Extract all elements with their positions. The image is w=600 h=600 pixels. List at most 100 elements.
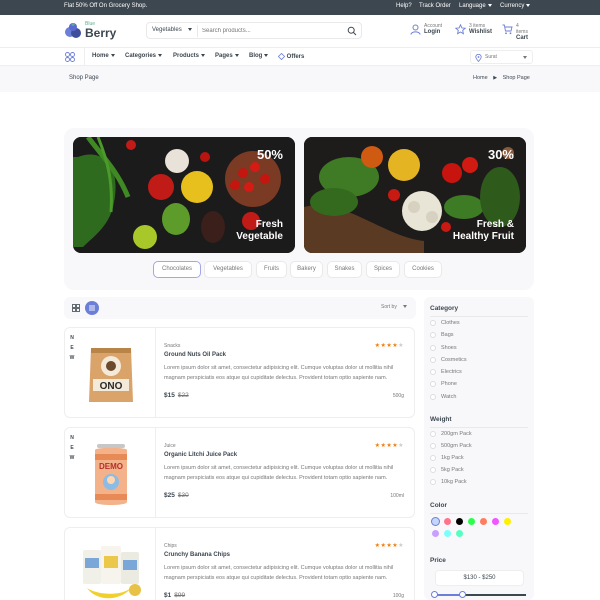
price-slider-max-handle[interactable]	[458, 591, 466, 598]
product-card[interactable]: ONO N E W Snacks Ground Nuts Oil Pack ★★…	[64, 327, 415, 418]
color-swatch[interactable]	[432, 530, 439, 537]
filter-option-label: Clothes	[441, 320, 460, 326]
old-price: $30	[177, 492, 189, 499]
rating-stars: ★★★★★	[374, 343, 404, 349]
star-icon	[455, 24, 466, 35]
product-name[interactable]: Ground Nuts Oil Pack	[164, 352, 226, 358]
nav-item-pages[interactable]: Pages	[215, 53, 239, 59]
chip-chocolates[interactable]: Chocolates	[153, 261, 201, 278]
help-link[interactable]: Help?	[396, 3, 412, 9]
chip-spices[interactable]: Spices	[366, 261, 400, 278]
price-range-display: $130 - $250	[435, 570, 524, 586]
nav-divider	[84, 48, 85, 66]
new-badge: N E W	[69, 433, 75, 463]
chevron-down-icon	[487, 3, 492, 7]
breadcrumb-home-link[interactable]: Home	[473, 75, 488, 81]
checkbox[interactable]	[430, 369, 436, 375]
product-description: Lorem ipsum dolor sit amet, consectetur …	[164, 465, 394, 481]
search-category-select[interactable]: Vegetables	[152, 27, 192, 33]
checkbox[interactable]	[430, 431, 436, 437]
checkbox[interactable]	[430, 320, 436, 326]
product-price: $25 $30	[164, 492, 189, 499]
chip-fruits[interactable]: Fruits	[256, 261, 287, 278]
track-order-link[interactable]: Track Order	[419, 3, 451, 9]
chip-cookies[interactable]: Cookies	[404, 261, 442, 278]
sort-label: Sort by	[381, 304, 397, 310]
color-swatch[interactable]	[456, 518, 463, 525]
product-card[interactable]: Chips Crunchy Banana Chips ★★★★★ Lorem i…	[64, 527, 415, 600]
rating-stars: ★★★★★	[374, 543, 404, 549]
category-grid-icon[interactable]	[64, 51, 76, 63]
product-image: ONO	[89, 348, 133, 402]
nav-item-home[interactable]: Home	[92, 53, 115, 59]
color-filter-title: Color	[430, 502, 447, 509]
search-input[interactable]	[202, 25, 342, 37]
product-toolbar: Sort by	[64, 297, 416, 319]
user-icon	[410, 24, 421, 35]
location-select[interactable]: Surat	[470, 50, 533, 64]
main-nav: Home Categories Products Pages Blog Offe…	[0, 47, 600, 66]
checkbox[interactable]	[430, 479, 436, 485]
checkbox[interactable]	[430, 443, 436, 449]
language-dropdown[interactable]: Language	[459, 3, 492, 9]
list-view-button[interactable]	[85, 301, 99, 315]
color-swatch[interactable]	[432, 518, 439, 525]
filter-divider	[430, 513, 528, 514]
filter-option-label: 10kg Pack	[441, 479, 467, 485]
currency-dropdown[interactable]: Currency	[500, 3, 531, 9]
price-slider-min-handle[interactable]	[431, 591, 439, 598]
chip-snakes[interactable]: Snakes	[327, 261, 362, 278]
checkbox[interactable]	[430, 455, 436, 461]
chevron-down-icon	[201, 53, 206, 57]
search-divider	[197, 25, 198, 37]
nav-item-offers[interactable]: Offers	[277, 52, 304, 61]
product-image-frame: DEMO	[65, 428, 156, 517]
top-bar: Flat 50% Off On Grocery Shop. Help? Trac…	[0, 0, 600, 15]
chip-bakery[interactable]: Bakery	[290, 261, 323, 278]
sort-dropdown[interactable]: Sort by	[381, 304, 407, 310]
search-icon[interactable]	[347, 26, 357, 36]
chevron-down-icon	[187, 27, 192, 31]
breadcrumb-current: Shop Page	[502, 75, 530, 81]
filter-option-label: 1kg Pack	[441, 455, 464, 461]
checkbox[interactable]	[430, 345, 436, 351]
banner-vegetable[interactable]: 50% Fresh Vegetable	[73, 137, 295, 253]
weight-filter-title: Weight	[430, 416, 452, 423]
product-card[interactable]: DEMO N E W Juice Organic Litchi Juice Pa…	[64, 427, 415, 518]
product-weight: 100ml	[390, 493, 404, 499]
nav-item-categories[interactable]: Categories	[125, 53, 163, 59]
product-name[interactable]: Crunchy Banana Chips	[164, 552, 230, 558]
color-swatch[interactable]	[456, 530, 463, 537]
checkbox[interactable]	[430, 332, 436, 338]
color-swatch[interactable]	[444, 530, 451, 537]
color-swatch[interactable]	[504, 518, 511, 525]
color-swatch[interactable]	[468, 518, 475, 525]
banner-caption-line2: Vegetable	[236, 231, 283, 242]
breadcrumb-separator-icon: ▶	[493, 75, 498, 81]
checkbox[interactable]	[430, 357, 436, 363]
cart-icon	[502, 24, 513, 35]
product-category: Chips	[164, 543, 177, 549]
filter-sidebar: Category Clothes Bags Shoes Cosmetics El…	[424, 297, 534, 600]
checkbox[interactable]	[430, 467, 436, 473]
chevron-down-icon	[264, 53, 269, 57]
nav-item-products[interactable]: Products	[173, 53, 206, 59]
grid-view-icon[interactable]	[70, 302, 82, 314]
product-name[interactable]: Organic Litchi Juice Pack	[164, 452, 237, 458]
badge-letter: W	[69, 355, 75, 361]
checkbox[interactable]	[430, 381, 436, 387]
current-price: $1	[164, 592, 172, 599]
color-swatch[interactable]	[480, 518, 487, 525]
checkbox[interactable]	[430, 394, 436, 400]
nav-item-blog[interactable]: Blog	[249, 53, 269, 59]
banner-fruit[interactable]: 30% Fresh & Healthy Fruit	[304, 137, 526, 253]
chip-vegetables[interactable]: Vegetables	[204, 261, 252, 278]
wishlist-label: Wishlist	[469, 29, 492, 35]
blueberry-logo-icon[interactable]	[64, 22, 82, 40]
color-swatch[interactable]	[492, 518, 499, 525]
cart-count: 4 items	[516, 23, 528, 35]
page-title: Shop Page	[69, 75, 99, 81]
banner-discount: 50%	[256, 147, 283, 162]
color-swatch[interactable]	[444, 518, 451, 525]
logo-text[interactable]: Berry	[85, 26, 116, 40]
